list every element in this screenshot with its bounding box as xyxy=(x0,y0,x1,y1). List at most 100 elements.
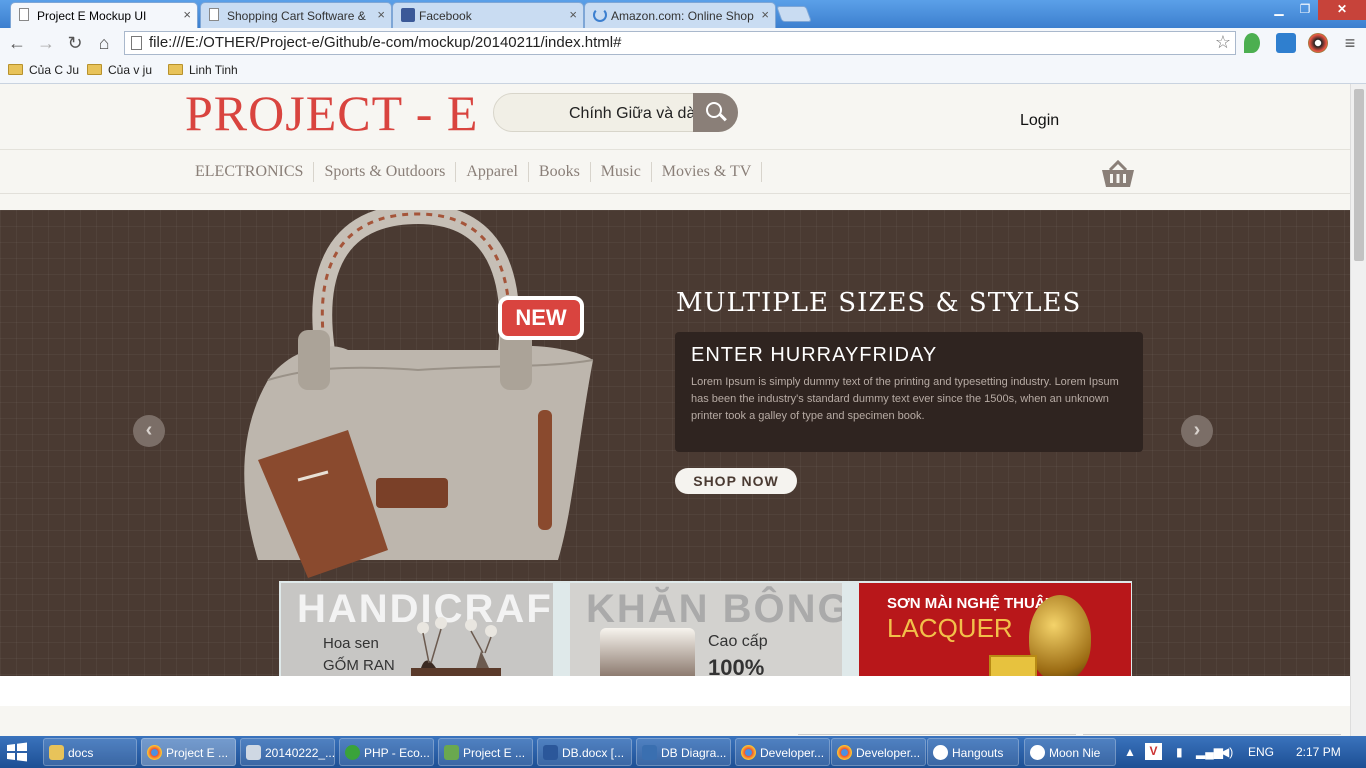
tab-close-icon[interactable]: × xyxy=(377,7,385,22)
tab-amazon[interactable]: Amazon.com: Online Shop × xyxy=(584,2,776,28)
taskbar-item[interactable]: Developer... xyxy=(735,738,830,766)
banner-line2: GỐM RAN xyxy=(323,657,395,674)
browser-tab-strip: Project E Mockup UI × Shopping Cart Soft… xyxy=(0,0,1366,28)
new-badge-text: NEW xyxy=(515,305,567,330)
tab-facebook[interactable]: Facebook × xyxy=(392,2,584,28)
promo-box: ENTER HURRAYFRIDAY Lorem Ipsum is simply… xyxy=(675,332,1143,452)
category-books[interactable]: Books xyxy=(529,162,591,182)
site-header: PROJECT - E Chính Giữa và dài hơn Login xyxy=(0,84,1350,150)
banner-line2: LACQUER xyxy=(887,613,1013,643)
taskbar-item[interactable]: Project E ... xyxy=(141,738,236,766)
category-electronics[interactable]: ELECTRONICS xyxy=(185,162,315,182)
search-box[interactable]: Chính Giữa và dài hơn xyxy=(493,93,738,132)
tab-title: Facebook xyxy=(419,9,472,23)
bookmark-folder[interactable]: Linh Tinh xyxy=(168,63,238,77)
taskbar-item[interactable]: 20140222_... xyxy=(240,738,335,766)
category-sports[interactable]: Sports & Outdoors xyxy=(314,162,457,182)
tab-project-e[interactable]: Project E Mockup UI × xyxy=(10,2,198,28)
taskbar-item[interactable]: DB.docx [... xyxy=(537,738,632,766)
scrollbar-thumb[interactable] xyxy=(1354,89,1364,261)
language-indicator[interactable]: ENG xyxy=(1248,745,1274,759)
banner-khan-bong[interactable]: KHĂN BÔNG Cao cấp 100% xyxy=(570,583,842,678)
shop-now-button[interactable]: SHOP NOW xyxy=(675,468,797,494)
color-picker-icon[interactable] xyxy=(1308,33,1328,53)
taskbar-label: Moon Nie xyxy=(1049,746,1101,760)
minimize-icon[interactable]: ▁ xyxy=(1266,0,1292,20)
close-window-icon[interactable]: ✕ xyxy=(1318,0,1366,20)
windows-start-icon[interactable] xyxy=(6,742,28,762)
login-link[interactable]: Login xyxy=(1020,112,1059,130)
tab-close-icon[interactable]: × xyxy=(569,7,577,22)
banner-tiles: HANDICRAFTS Hoa sen GỐM RAN KHĂN BÔNG Ca… xyxy=(279,581,1132,678)
chrome-icon xyxy=(741,745,756,760)
taskbar-item[interactable]: Hangouts xyxy=(927,738,1019,766)
battery-icon[interactable]: ▮ xyxy=(1176,745,1183,759)
bookmark-star-icon[interactable]: ☆ xyxy=(1215,32,1231,53)
reload-icon[interactable]: ↻ xyxy=(63,31,87,55)
taskbar-item[interactable]: PHP - Eco... xyxy=(339,738,434,766)
taskbar-label: 20140222_... xyxy=(265,746,335,760)
evernote-icon[interactable] xyxy=(1244,33,1260,53)
bookmark-folder[interactable]: Của C Ju xyxy=(8,63,79,77)
extension-icon[interactable] xyxy=(1276,33,1296,53)
facebook-icon xyxy=(401,8,415,22)
bookmark-label: Linh Tinh xyxy=(189,63,238,77)
next-slide-button[interactable]: › xyxy=(1181,415,1213,447)
promo-title: ENTER HURRAYFRIDAY xyxy=(691,344,938,366)
php-icon xyxy=(345,745,360,760)
chrome-icon xyxy=(837,745,852,760)
taskbar-item[interactable]: DB Diagra... xyxy=(636,738,731,766)
taskbar-label: Developer... xyxy=(856,746,921,760)
promo-body: Lorem Ipsum is simply dummy text of the … xyxy=(691,376,1119,422)
tab-title: Shopping Cart Software & xyxy=(227,9,366,23)
back-icon[interactable]: ← xyxy=(5,31,29,55)
folder-icon xyxy=(49,745,64,760)
tab-title: Project E Mockup UI xyxy=(37,9,147,23)
category-nav: ELECTRONICS Sports & Outdoors Apparel Bo… xyxy=(0,152,1350,194)
taskbar-item[interactable]: docs xyxy=(43,738,137,766)
shopping-basket-icon[interactable] xyxy=(1100,160,1136,188)
new-tab-button[interactable] xyxy=(776,6,812,22)
taskbar-item[interactable]: Moon Nie xyxy=(1024,738,1116,766)
restore-icon[interactable]: ❐ xyxy=(1292,0,1318,20)
category-list: ELECTRONICS Sports & Outdoors Apparel Bo… xyxy=(185,162,763,182)
bookmark-label: Của C Ju xyxy=(29,63,80,77)
hero-headline: MULTIPLE SIZES & STYLES xyxy=(676,288,1082,318)
taskbar-item[interactable]: Project E ... xyxy=(438,738,533,766)
banner-line1: SƠN MÀI NGHỆ THUẬT xyxy=(887,595,1055,612)
volume-icon[interactable]: ◀) xyxy=(1220,745,1233,759)
site-logo[interactable]: PROJECT - E xyxy=(185,84,478,142)
taskbar-label: docs xyxy=(68,746,94,760)
antivirus-icon[interactable]: V xyxy=(1145,743,1162,760)
tray-expand-icon[interactable]: ▲ xyxy=(1124,745,1136,759)
category-apparel[interactable]: Apparel xyxy=(456,162,529,182)
taskbar-label: DB.docx [... xyxy=(562,746,625,760)
url-text: file:///E:/OTHER/Project-e/Github/e-com/… xyxy=(149,34,622,51)
handbag-image xyxy=(244,210,594,578)
prev-slide-button[interactable]: ‹ xyxy=(133,415,165,447)
tab-shopping-cart[interactable]: Shopping Cart Software & × xyxy=(200,2,392,28)
category-movies-tv[interactable]: Movies & TV xyxy=(652,162,763,182)
folder-icon xyxy=(87,64,102,75)
network-icon[interactable]: ▂▄▆ xyxy=(1196,745,1223,759)
page-scrollbar[interactable] xyxy=(1350,84,1366,736)
taskbar-item[interactable]: Developer... xyxy=(831,738,926,766)
home-icon[interactable]: ⌂ xyxy=(92,31,116,55)
hangouts-icon xyxy=(933,745,948,760)
search-button[interactable] xyxy=(693,93,738,132)
folder-icon xyxy=(168,64,183,75)
address-bar[interactable]: file:///E:/OTHER/Project-e/Github/e-com/… xyxy=(124,31,1236,55)
banner-line1: Cao cấp xyxy=(708,633,768,650)
page-icon xyxy=(131,36,142,50)
tab-close-icon[interactable]: × xyxy=(761,7,769,22)
bookmarks-bar: Của C Ju Của v ju Linh Tinh xyxy=(0,58,1366,84)
clock[interactable]: 2:17 PM xyxy=(1296,745,1341,759)
forward-icon[interactable]: → xyxy=(34,31,58,55)
window-controls: ▁ ❐ ✕ xyxy=(1266,0,1366,20)
bookmark-folder[interactable]: Của v ju xyxy=(87,63,152,77)
category-music[interactable]: Music xyxy=(591,162,652,182)
banner-handicrafts[interactable]: HANDICRAFTS Hoa sen GỐM RAN xyxy=(281,583,553,678)
banner-lacquer[interactable]: SƠN MÀI NGHỆ THUẬT LACQUER xyxy=(859,583,1131,678)
tab-close-icon[interactable]: × xyxy=(183,7,191,22)
menu-icon[interactable]: ≡ xyxy=(1338,31,1362,55)
